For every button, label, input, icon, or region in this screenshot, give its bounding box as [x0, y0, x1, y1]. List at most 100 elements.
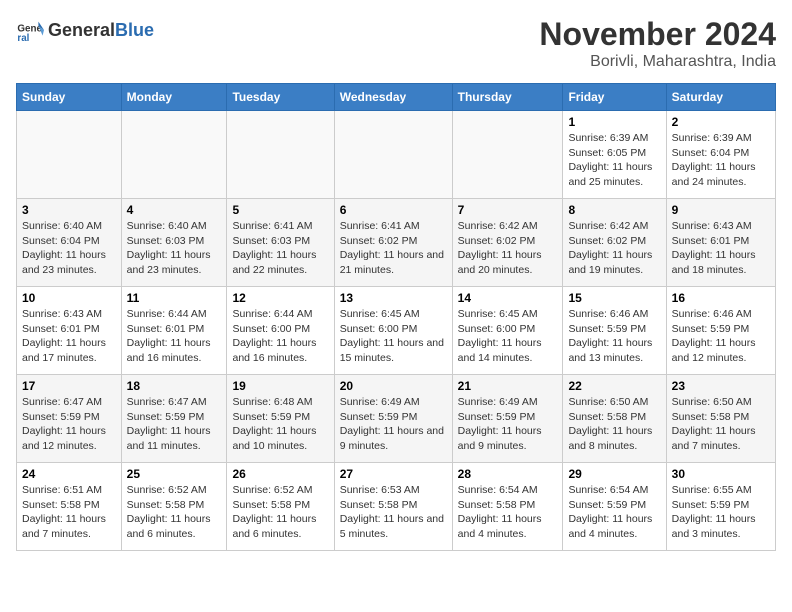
day-info: Sunrise: 6:53 AM Sunset: 5:58 PM Dayligh…: [340, 483, 447, 542]
day-number: 5: [232, 203, 328, 217]
title-block: November 2024 Borivli, Maharashtra, Indi…: [539, 16, 776, 71]
calendar-cell: 21 Sunrise: 6:49 AM Sunset: 5:59 PM Dayli…: [452, 375, 563, 463]
day-info: Sunrise: 6:43 AM Sunset: 6:01 PM Dayligh…: [22, 307, 116, 366]
day-info: Sunrise: 6:47 AM Sunset: 5:59 PM Dayligh…: [22, 395, 116, 454]
header-tuesday: Tuesday: [227, 84, 334, 111]
day-info: Sunrise: 6:46 AM Sunset: 5:59 PM Dayligh…: [568, 307, 660, 366]
calendar-cell: 8 Sunrise: 6:42 AM Sunset: 6:02 PM Daylig…: [563, 199, 666, 287]
calendar-cell: [17, 111, 122, 199]
day-info: Sunrise: 6:47 AM Sunset: 5:59 PM Dayligh…: [127, 395, 222, 454]
day-number: 9: [672, 203, 770, 217]
day-number: 30: [672, 467, 770, 481]
calendar-cell: 23Sunrise: 6:50 AM Sunset: 5:58 PM Dayli…: [666, 375, 775, 463]
day-info: Sunrise: 6:52 AM Sunset: 5:58 PM Dayligh…: [232, 483, 328, 542]
calendar-cell: 29Sunrise: 6:54 AM Sunset: 5:59 PM Dayli…: [563, 463, 666, 551]
day-number: 20: [340, 379, 447, 393]
day-number: 7: [458, 203, 558, 217]
calendar-cell: 26 Sunrise: 6:52 AM Sunset: 5:58 PM Dayli…: [227, 463, 334, 551]
calendar-cell: 13 Sunrise: 6:45 AM Sunset: 6:00 PM Dayli…: [334, 287, 452, 375]
day-info: Sunrise: 6:42 AM Sunset: 6:02 PM Dayligh…: [458, 219, 558, 278]
calendar-table: Sunday Monday Tuesday Wednesday Thursday…: [16, 83, 776, 551]
calendar-title: November 2024: [539, 16, 776, 53]
day-info: Sunrise: 6:41 AM Sunset: 6:03 PM Dayligh…: [232, 219, 328, 278]
day-info: Sunrise: 6:43 AM Sunset: 6:01 PM Dayligh…: [672, 219, 770, 278]
header-saturday: Saturday: [666, 84, 775, 111]
calendar-cell: 12Sunrise: 6:44 AM Sunset: 6:00 PM Dayli…: [227, 287, 334, 375]
day-number: 8: [568, 203, 660, 217]
calendar-cell: 2 Sunrise: 6:39 AM Sunset: 6:04 PM Daylig…: [666, 111, 775, 199]
day-number: 16: [672, 291, 770, 305]
day-number: 6: [340, 203, 447, 217]
day-info: Sunrise: 6:50 AM Sunset: 5:58 PM Dayligh…: [568, 395, 660, 454]
calendar-cell: 18 Sunrise: 6:47 AM Sunset: 5:59 PM Dayli…: [121, 375, 227, 463]
day-number: 15: [568, 291, 660, 305]
header-friday: Friday: [563, 84, 666, 111]
logo-blue: Blue: [115, 20, 154, 41]
calendar-cell: 11Sunrise: 6:44 AM Sunset: 6:01 PM Dayli…: [121, 287, 227, 375]
calendar-cell: 22 Sunrise: 6:50 AM Sunset: 5:58 PM Dayli…: [563, 375, 666, 463]
day-info: Sunrise: 6:51 AM Sunset: 5:58 PM Dayligh…: [22, 483, 116, 542]
day-number: 17: [22, 379, 116, 393]
logo-general: General: [48, 20, 115, 41]
day-info: Sunrise: 6:39 AM Sunset: 6:04 PM Dayligh…: [672, 131, 770, 190]
day-number: 13: [340, 291, 447, 305]
calendar-cell: 7 Sunrise: 6:42 AM Sunset: 6:02 PM Daylig…: [452, 199, 563, 287]
day-number: 3: [22, 203, 116, 217]
day-info: Sunrise: 6:40 AM Sunset: 6:04 PM Dayligh…: [22, 219, 116, 278]
calendar-cell: 1 Sunrise: 6:39 AM Sunset: 6:05 PM Daylig…: [563, 111, 666, 199]
calendar-cell: 6 Sunrise: 6:41 AM Sunset: 6:02 PM Daylig…: [334, 199, 452, 287]
day-info: Sunrise: 6:45 AM Sunset: 6:00 PM Dayligh…: [340, 307, 447, 366]
calendar-cell: 9 Sunrise: 6:43 AM Sunset: 6:01 PM Daylig…: [666, 199, 775, 287]
day-info: Sunrise: 6:39 AM Sunset: 6:05 PM Dayligh…: [568, 131, 660, 190]
calendar-cell: 30 Sunrise: 6:55 AM Sunset: 5:59 PM Dayli…: [666, 463, 775, 551]
calendar-cell: 24Sunrise: 6:51 AM Sunset: 5:58 PM Dayli…: [17, 463, 122, 551]
day-number: 10: [22, 291, 116, 305]
day-info: Sunrise: 6:49 AM Sunset: 5:59 PM Dayligh…: [340, 395, 447, 454]
day-number: 1: [568, 115, 660, 129]
svg-text:ral: ral: [17, 33, 29, 44]
day-number: 18: [127, 379, 222, 393]
day-info: Sunrise: 6:42 AM Sunset: 6:02 PM Dayligh…: [568, 219, 660, 278]
header-thursday: Thursday: [452, 84, 563, 111]
page-header: Gene ral General Blue November 2024 Bori…: [16, 16, 776, 71]
day-number: 22: [568, 379, 660, 393]
day-info: Sunrise: 6:41 AM Sunset: 6:02 PM Dayligh…: [340, 219, 447, 278]
calendar-cell: 19 Sunrise: 6:48 AM Sunset: 5:59 PM Dayli…: [227, 375, 334, 463]
day-number: 4: [127, 203, 222, 217]
day-number: 26: [232, 467, 328, 481]
calendar-cell: 25Sunrise: 6:52 AM Sunset: 5:58 PM Dayli…: [121, 463, 227, 551]
day-number: 14: [458, 291, 558, 305]
day-info: Sunrise: 6:46 AM Sunset: 5:59 PM Dayligh…: [672, 307, 770, 366]
calendar-cell: 10 Sunrise: 6:43 AM Sunset: 6:01 PM Dayli…: [17, 287, 122, 375]
header-monday: Monday: [121, 84, 227, 111]
day-number: 28: [458, 467, 558, 481]
day-info: Sunrise: 6:40 AM Sunset: 6:03 PM Dayligh…: [127, 219, 222, 278]
header-wednesday: Wednesday: [334, 84, 452, 111]
calendar-week-4: 17 Sunrise: 6:47 AM Sunset: 5:59 PM Dayli…: [17, 375, 776, 463]
day-info: Sunrise: 6:48 AM Sunset: 5:59 PM Dayligh…: [232, 395, 328, 454]
logo-icon: Gene ral: [16, 16, 44, 44]
calendar-cell: [227, 111, 334, 199]
day-info: Sunrise: 6:55 AM Sunset: 5:59 PM Dayligh…: [672, 483, 770, 542]
calendar-cell: [121, 111, 227, 199]
calendar-cell: 17 Sunrise: 6:47 AM Sunset: 5:59 PM Dayli…: [17, 375, 122, 463]
calendar-week-3: 10 Sunrise: 6:43 AM Sunset: 6:01 PM Dayli…: [17, 287, 776, 375]
calendar-week-5: 24Sunrise: 6:51 AM Sunset: 5:58 PM Dayli…: [17, 463, 776, 551]
day-info: Sunrise: 6:50 AM Sunset: 5:58 PM Dayligh…: [672, 395, 770, 454]
calendar-cell: 3 Sunrise: 6:40 AM Sunset: 6:04 PM Daylig…: [17, 199, 122, 287]
day-number: 12: [232, 291, 328, 305]
logo: Gene ral General Blue: [16, 16, 154, 44]
calendar-cell: 4 Sunrise: 6:40 AM Sunset: 6:03 PM Daylig…: [121, 199, 227, 287]
day-number: 11: [127, 291, 222, 305]
day-info: Sunrise: 6:54 AM Sunset: 5:58 PM Dayligh…: [458, 483, 558, 542]
day-number: 2: [672, 115, 770, 129]
day-info: Sunrise: 6:52 AM Sunset: 5:58 PM Dayligh…: [127, 483, 222, 542]
calendar-cell: 14Sunrise: 6:45 AM Sunset: 6:00 PM Dayli…: [452, 287, 563, 375]
calendar-cell: 16 Sunrise: 6:46 AM Sunset: 5:59 PM Dayli…: [666, 287, 775, 375]
calendar-week-2: 3 Sunrise: 6:40 AM Sunset: 6:04 PM Daylig…: [17, 199, 776, 287]
calendar-cell: 27Sunrise: 6:53 AM Sunset: 5:58 PM Dayli…: [334, 463, 452, 551]
day-info: Sunrise: 6:49 AM Sunset: 5:59 PM Dayligh…: [458, 395, 558, 454]
weekday-header-row: Sunday Monday Tuesday Wednesday Thursday…: [17, 84, 776, 111]
day-number: 19: [232, 379, 328, 393]
day-number: 21: [458, 379, 558, 393]
